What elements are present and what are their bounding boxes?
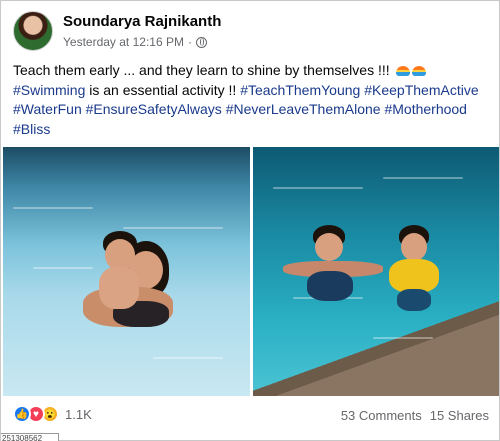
shares-count[interactable]: 15 Shares xyxy=(430,408,489,423)
author-avatar[interactable] xyxy=(13,11,53,51)
hashtag[interactable]: #WaterFun xyxy=(13,101,82,117)
caption-text: Teach them early ... and they learn to s… xyxy=(13,62,394,78)
author-name[interactable]: Soundarya Rajnikanth xyxy=(63,13,221,30)
hashtag[interactable]: #KeepThemActive xyxy=(364,82,478,98)
photo-children-swimming[interactable] xyxy=(253,147,499,396)
child-figure xyxy=(95,231,155,331)
photo-mother-child-pool[interactable] xyxy=(3,147,250,396)
caption-line-4: #Bliss xyxy=(13,120,491,140)
hashtag[interactable]: #Motherhood xyxy=(384,101,467,117)
caption-line-2: #Swimming is an essential activity !! #T… xyxy=(13,81,491,101)
boy-left-figure xyxy=(283,217,393,317)
post-footer: 👍 ♥ 😮 1.1K 53 Comments 15 Shares xyxy=(13,403,489,427)
hashtag-swimming[interactable]: #Swimming xyxy=(13,82,85,98)
caption-text: is an essential activity !! xyxy=(85,81,241,98)
post-card: Soundarya Rajnikanth Yesterday at 12:16 … xyxy=(0,0,500,441)
caption-line-3: #WaterFun #EnsureSafetyAlways #NeverLeav… xyxy=(13,100,491,120)
comments-count[interactable]: 53 Comments xyxy=(341,408,422,423)
meta-separator: · xyxy=(187,35,192,49)
swim-emoji-icon xyxy=(395,66,410,76)
hashtag[interactable]: #NeverLeaveThemAlone xyxy=(226,101,381,117)
caption-line-1: Teach them early ... and they learn to s… xyxy=(13,61,491,81)
post-timestamp[interactable]: Yesterday at 12:16 PM xyxy=(63,35,184,49)
globe-icon xyxy=(195,36,207,48)
reactions-count[interactable]: 1.1K xyxy=(65,407,92,422)
reactions-summary[interactable]: 👍 ♥ 😮 1.1K xyxy=(13,405,92,423)
like-icon: 👍 xyxy=(13,405,31,423)
bottom-fragment: 251308562 xyxy=(1,433,59,441)
post-caption: Teach them early ... and they learn to s… xyxy=(13,61,491,139)
post-header: Soundarya Rajnikanth Yesterday at 12:16 … xyxy=(13,11,489,55)
boy-right-figure xyxy=(383,225,453,335)
post-meta: Yesterday at 12:16 PM · xyxy=(63,35,207,49)
photo-grid xyxy=(1,147,500,396)
hashtag[interactable]: #TeachThemYoung xyxy=(240,82,360,98)
hashtag[interactable]: #Bliss xyxy=(13,121,50,137)
hashtag[interactable]: #EnsureSafetyAlways xyxy=(86,101,222,117)
swim-emoji-icon xyxy=(411,66,426,76)
post-stats: 53 Comments 15 Shares xyxy=(341,408,489,423)
